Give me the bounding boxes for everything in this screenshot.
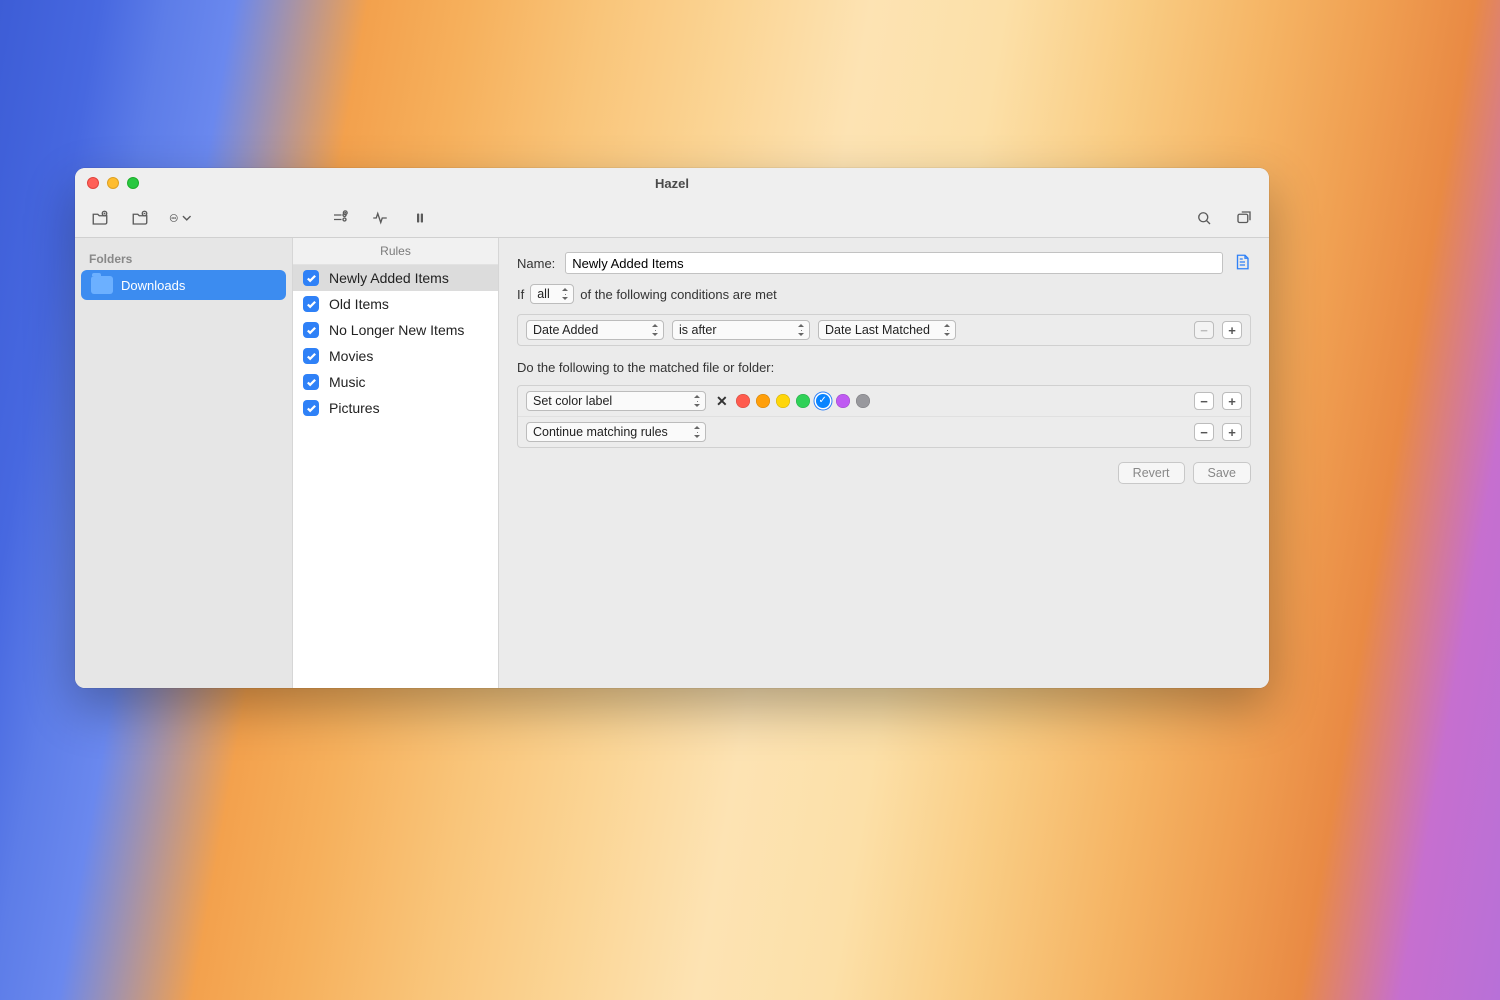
color-label-picker: ✕✓ [714, 393, 870, 410]
condition-value-select[interactable]: Date Last Matched [818, 320, 956, 340]
remove-action-button[interactable]: − [1194, 423, 1214, 441]
actions-header: Do the following to the matched file or … [517, 360, 1251, 375]
rule-checkbox[interactable] [303, 400, 319, 416]
rule-label: Pictures [329, 400, 380, 416]
zoom-window-button[interactable] [127, 177, 139, 189]
condition-attribute-select[interactable]: Date Added [526, 320, 664, 340]
window-controls [87, 177, 139, 189]
add-folder-button[interactable] [89, 207, 111, 229]
rule-checkbox[interactable] [303, 348, 319, 364]
folder-label: Downloads [121, 278, 185, 293]
more-menu-button[interactable] [169, 207, 191, 229]
rule-label: Music [329, 374, 366, 390]
actions-box: Set color label ✕✓ − + Continue matching… [517, 385, 1251, 448]
rule-item[interactable]: No Longer New Items [293, 317, 498, 343]
rule-checkbox[interactable] [303, 374, 319, 390]
close-window-button[interactable] [87, 177, 99, 189]
action-type-select[interactable]: Set color label [526, 391, 706, 411]
add-action-button[interactable]: + [1222, 423, 1242, 441]
remove-folder-button[interactable] [129, 207, 151, 229]
folder-item-downloads[interactable]: Downloads [81, 270, 286, 300]
remove-condition-button: − [1194, 321, 1214, 339]
rule-item[interactable]: Music [293, 369, 498, 395]
rules-header: Rules [293, 238, 498, 265]
rules-settings-button[interactable] [329, 207, 351, 229]
rule-checkbox[interactable] [303, 296, 319, 312]
rule-label: Old Items [329, 296, 389, 312]
add-condition-button[interactable]: + [1222, 321, 1242, 339]
conditions-box: Date Added is after Date Last Matched − … [517, 314, 1251, 346]
folders-sidebar: Folders Downloads [75, 238, 293, 688]
condition-row: Date Added is after Date Last Matched − … [518, 315, 1250, 345]
folder-icon [91, 276, 113, 294]
search-button[interactable] [1193, 207, 1215, 229]
revert-button[interactable]: Revert [1118, 462, 1185, 484]
color-swatch-yellow[interactable] [776, 394, 790, 408]
if-prefix: If [517, 287, 524, 302]
rule-checkbox[interactable] [303, 270, 319, 286]
notes-icon[interactable] [1233, 253, 1251, 273]
add-action-button[interactable]: + [1222, 392, 1242, 410]
rule-item[interactable]: Old Items [293, 291, 498, 317]
match-mode-select[interactable]: all [530, 284, 574, 304]
chevron-down-icon [182, 209, 192, 227]
content-area: Folders Downloads Rules Newly Added Item… [75, 238, 1269, 688]
if-suffix: of the following conditions are met [580, 287, 777, 302]
rule-editor: Name: If all of the following conditions… [499, 238, 1269, 688]
action-row: Set color label ✕✓ − + [518, 386, 1250, 416]
rule-label: No Longer New Items [329, 322, 464, 338]
color-swatch-blue[interactable]: ✓ [816, 394, 830, 408]
condition-operator-select[interactable]: is after [672, 320, 810, 340]
action-row: Continue matching rules − + [518, 416, 1250, 447]
sidebar-header: Folders [75, 246, 292, 270]
activity-button[interactable] [369, 207, 391, 229]
save-button[interactable]: Save [1193, 462, 1252, 484]
action-type-select[interactable]: Continue matching rules [526, 422, 706, 442]
pause-button[interactable] [409, 207, 431, 229]
color-swatch-red[interactable] [736, 394, 750, 408]
detach-window-button[interactable] [1233, 207, 1255, 229]
color-swatch-orange[interactable] [756, 394, 770, 408]
rule-item[interactable]: Movies [293, 343, 498, 369]
color-swatch-gray[interactable] [856, 394, 870, 408]
color-swatch-green[interactable] [796, 394, 810, 408]
condition-match-line: If all of the following conditions are m… [517, 284, 1251, 304]
remove-action-button[interactable]: − [1194, 392, 1214, 410]
titlebar: Hazel [75, 168, 1269, 198]
app-window: Hazel [75, 168, 1269, 688]
rule-item[interactable]: Newly Added Items [293, 265, 498, 291]
rules-list: Rules Newly Added Items Old Items No Longe… [293, 238, 499, 688]
name-label: Name: [517, 256, 555, 271]
window-title: Hazel [75, 176, 1269, 191]
toolbar [75, 198, 1269, 238]
rule-label: Newly Added Items [329, 270, 449, 286]
color-clear-button[interactable]: ✕ [714, 393, 730, 410]
rule-checkbox[interactable] [303, 322, 319, 338]
minimize-window-button[interactable] [107, 177, 119, 189]
color-swatch-purple[interactable] [836, 394, 850, 408]
rule-name-input[interactable] [565, 252, 1223, 274]
rule-label: Movies [329, 348, 373, 364]
rule-item[interactable]: Pictures [293, 395, 498, 421]
